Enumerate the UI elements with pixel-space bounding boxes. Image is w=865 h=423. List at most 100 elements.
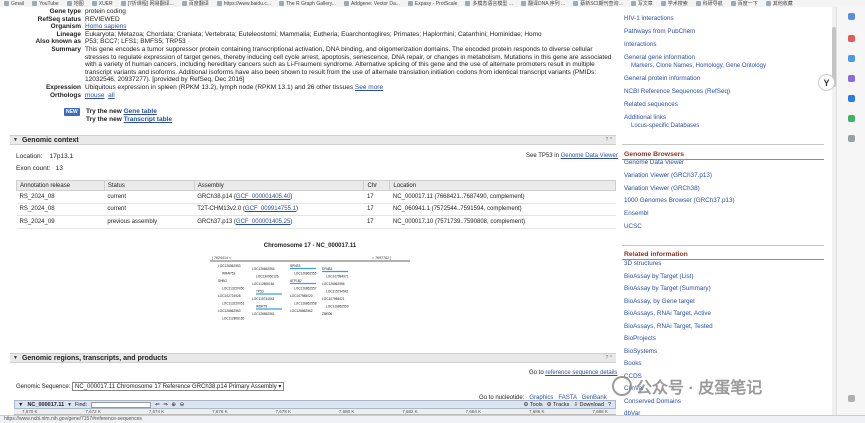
find-input[interactable] (91, 401, 152, 408)
assembly-accession-link[interactable]: GCF_000001405.40 (236, 194, 290, 200)
related-link[interactable]: BioAssays, RNAi Target, Tested (624, 321, 713, 334)
add-icon[interactable] (848, 135, 855, 142)
bookmark-item[interactable]: The R Graph Gallery... (279, 1, 336, 7)
gene-label: ATP1B2 (290, 279, 302, 283)
status-cell: current (104, 203, 195, 216)
see-in-genome-viewer: See TP53 in Genome Data Viewer (526, 153, 618, 159)
related-link[interactable]: dbVar (624, 408, 640, 415)
summary-row: Gene type protein coding (4, 8, 616, 16)
shopping-icon[interactable] (848, 55, 855, 62)
bookmark-item[interactable]: XUER (91, 0, 113, 7)
collections-icon[interactable] (848, 35, 855, 42)
genome-browser-link[interactable]: UCSC (624, 221, 642, 234)
collapse-triangle-icon[interactable]: ▼ (18, 402, 23, 408)
bookmark-label: XUER (98, 0, 113, 7)
download-menu[interactable]: ⇩ Download (573, 402, 604, 408)
gene-label: LOC126862562 (290, 309, 313, 313)
sidebar-link[interactable]: Related sequences (624, 99, 678, 112)
section-controls[interactable]: ? ^ (605, 137, 612, 143)
bookmark-item[interactable]: 百度翻译 (181, 0, 209, 7)
genomic-regions-header[interactable]: ▼ Genomic regions, transcripts, and prod… (10, 353, 616, 363)
section-controls[interactable]: ? ^ (605, 355, 612, 361)
goto-prefix: Go to (529, 370, 544, 376)
right-sidebar: HIV-1 interactions Pathways from PubChem I… (622, 7, 832, 415)
bookmark-item[interactable]: 科研导航 (695, 0, 723, 7)
assembly-cell: GRCh38.p14 (GCF_000001405.40) (194, 190, 364, 204)
related-link[interactable]: BioAssay by Target (Summary) (624, 283, 711, 296)
genomic-sequence-select[interactable]: NC_000017.11 Chromosome 17 Reference GRC… (72, 382, 285, 391)
bookmark-icon (120, 1, 126, 6)
genome-browser-link[interactable]: Genome Data Viewer (624, 157, 684, 170)
related-link[interactable]: 3D structures (624, 258, 661, 271)
ruler-tick: 7,672 K (85, 409, 101, 414)
bookmark-item[interactable]: 百度一下 (730, 0, 758, 7)
games-icon[interactable] (848, 115, 855, 122)
assistant-icon[interactable]: Y (818, 74, 835, 91)
reference-sequence-details-link[interactable]: reference sequence details (545, 370, 617, 376)
bookmark-item[interactable]: Addgene: Vector Da... (343, 1, 400, 7)
search-icon[interactable] (848, 13, 855, 20)
summary-value[interactable]: Homo sapiens (85, 23, 616, 31)
bookmark-item[interactable]: Expasy - ProtScale (407, 1, 457, 7)
collapse-triangle-icon[interactable]: ▼ (13, 137, 18, 143)
sidebar-link[interactable]: General protein information (624, 73, 700, 86)
sidebar-link[interactable]: Interactions (624, 39, 657, 52)
orthologs-all-link[interactable]: all (108, 92, 115, 99)
transcript-table-link[interactable]: Transcript table (124, 116, 172, 123)
bookmark-item[interactable]: 蔡新SCI期刊查询... (573, 0, 623, 7)
related-link[interactable]: BioAssay, by Gene target (624, 296, 695, 309)
sidebar-sublink[interactable]: Locus-specific Databases (631, 123, 699, 129)
location-cell: NC_000017.11 (7668421..7687490, compleme… (389, 190, 616, 204)
bookmark-item[interactable]: 多模态语言模型 ... (465, 0, 513, 7)
tracks-menu[interactable]: ⚙ Tracks (547, 402, 570, 408)
genome-browser-link[interactable]: 1000 Genomes Browser (GRCh37.p13) (624, 195, 735, 208)
help-icon[interactable]: ? (608, 402, 611, 408)
outlook-icon[interactable] (848, 95, 855, 102)
ruler-tick: 7,686 K (529, 409, 545, 414)
bookmark-item[interactable]: YouTube (32, 1, 59, 7)
sidebar-link[interactable]: NCBI Reference Sequences (RefSeq) (624, 86, 730, 99)
collapse-triangle-icon[interactable]: ▼ (13, 355, 18, 361)
chevron-down-icon[interactable]: ▾ (68, 402, 71, 408)
sidebar-link[interactable]: Pathways from PubChem (624, 26, 695, 39)
genome-browser-link[interactable]: Variation Viewer (GRCh38) (624, 183, 700, 196)
bookmark-item[interactable]: Gmail (4, 1, 24, 7)
genome-data-viewer-link[interactable]: Genome Data Viewer (561, 153, 618, 159)
sidebar-link[interactable]: HIV-1 interactions (624, 13, 674, 26)
genome-browser-link[interactable]: Variation Viewer (GRCh37.p13) (624, 170, 712, 183)
related-link[interactable]: BioProjects (624, 333, 656, 346)
bookmark-item[interactable]: [7折课程] 网易翻译... (120, 0, 174, 7)
zoom-controls[interactable]: ⇐ ⇒ ⊕ ⊖ (155, 402, 185, 408)
assembly-name: GRCh37.p13 (197, 218, 233, 225)
bookmark-item[interactable]: 翻译DNA 序列 ... (520, 0, 565, 7)
chromosome-map[interactable]: Chromosome 17 - NC_000017.11 [ 7624414 <… (200, 243, 420, 351)
bookmark-item[interactable]: 学术搜索 (660, 0, 688, 7)
bookmark-item[interactable]: 写文章 (630, 0, 653, 7)
related-link[interactable]: Books (624, 358, 642, 371)
chromosome-title: Chromosome 17 - NC_000017.11 (263, 243, 357, 249)
sidebar-sublink[interactable]: Markers, Clone Names, Homology, Gene Ont… (631, 63, 766, 69)
related-link[interactable]: BioAssays, RNAi Target, Active (624, 308, 711, 321)
ruler-tick: 7,670 K (22, 409, 38, 414)
try-transcript-table: Try the new Transcript table (86, 116, 172, 123)
summary-key: RefSeq status (37, 15, 81, 23)
gene-label: LOC126862556 (322, 282, 345, 286)
assembly-accession-link[interactable]: GCF_000001405.25 (236, 219, 290, 225)
tools-icon[interactable] (848, 75, 855, 82)
tools-menu[interactable]: ⚙ Tools (523, 402, 542, 408)
genomic-context-header[interactable]: ▼ Genomic context ? ^ (10, 135, 616, 145)
settings-icon[interactable] (848, 395, 855, 402)
bookmark-label: The R Graph Gallery... (286, 0, 336, 7)
bookmark-item[interactable]: https://www.baidu.c... (216, 1, 271, 7)
bookmark-item[interactable]: 其他收藏 (765, 0, 793, 7)
related-link[interactable]: BioAssay by Target (List) (624, 271, 694, 284)
assembly-accession-link[interactable]: GCF_009914755.1 (245, 206, 296, 212)
gene-table-link[interactable]: Gene table (124, 108, 157, 115)
bookmark-label: 其他收藏 (772, 1, 793, 7)
genome-browser-link[interactable]: Ensembl (624, 208, 649, 221)
related-link[interactable]: BioSystems (624, 346, 657, 359)
column-header: Chr (363, 180, 391, 191)
bookmark-item[interactable]: 地图 (66, 0, 84, 7)
orthologs-mouse-link[interactable]: mouse (85, 92, 105, 99)
expression-see-more-link[interactable]: See more (355, 84, 383, 91)
